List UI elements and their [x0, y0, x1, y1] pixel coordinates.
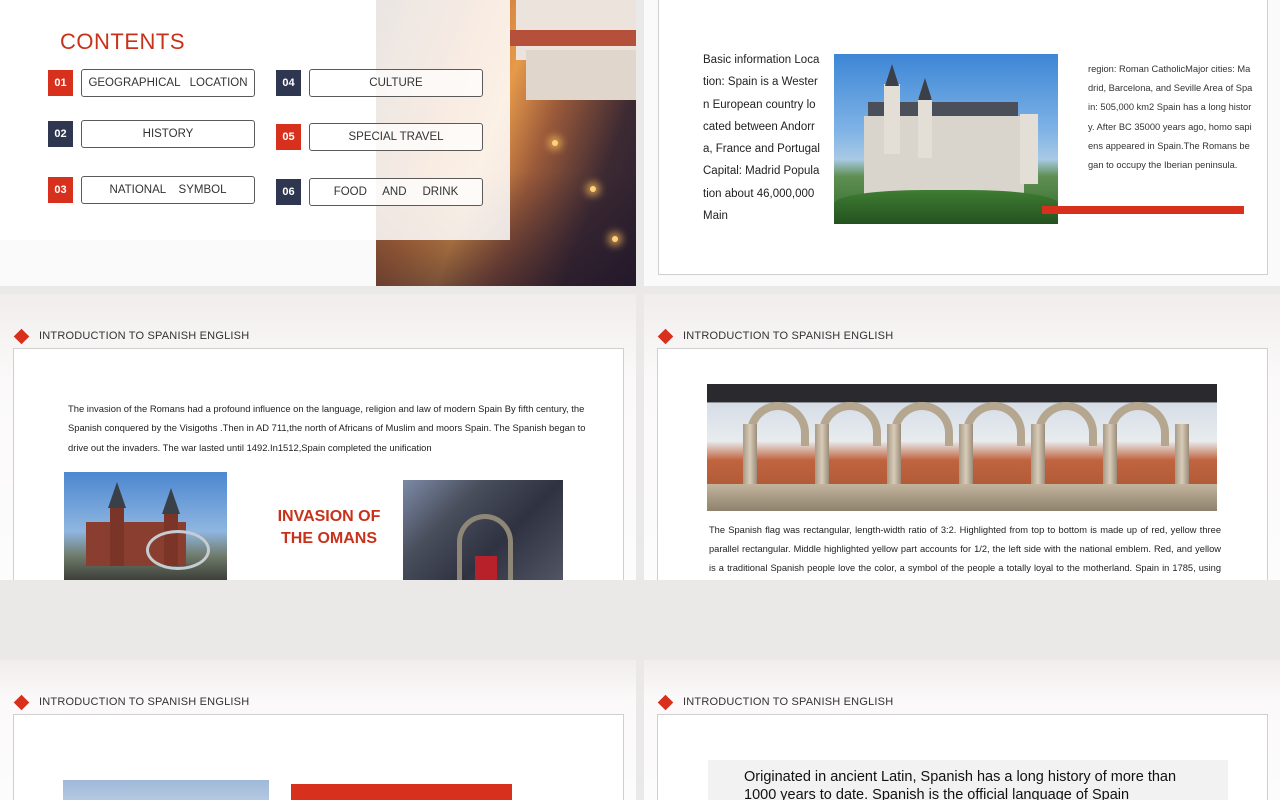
contents-item-national-symbol[interactable]: NATIONAL SYMBOL [81, 176, 255, 204]
contents-item-special-travel[interactable]: SPECIAL TRAVEL [309, 123, 483, 151]
slide-invasion-of-romans[interactable]: INTRODUCTION TO SPANISH ENGLISH The inva… [0, 294, 636, 580]
invasion-heading-line-1: INVASION OF [277, 508, 381, 525]
arcade-view-photo [707, 384, 1217, 511]
item-number-03: 03 [48, 177, 73, 203]
slide-header: INTRODUCTION TO SPANISH ENGLISH [657, 328, 894, 344]
diamond-icon [657, 694, 674, 710]
item-number-06: 06 [276, 179, 301, 205]
slide-header: INTRODUCTION TO SPANISH ENGLISH [13, 694, 250, 710]
diamond-icon [13, 328, 30, 344]
basic-info-left-text: Basic information Location: Spain is a W… [703, 54, 820, 223]
contents-item-geographical-location[interactable]: GEOGRAPHICAL LOCATION [81, 69, 255, 97]
header-label: INTRODUCTION TO SPANISH ENGLISH [683, 696, 894, 708]
slide-header: INTRODUCTION TO SPANISH ENGLISH [13, 328, 250, 344]
slide-introduction-5[interactable]: INTRODUCTION TO SPANISH ENGLISH [0, 660, 636, 800]
slide-introduction-6[interactable]: INTRODUCTION TO SPANISH ENGLISH Originat… [644, 660, 1280, 800]
item-number-05: 05 [276, 124, 301, 150]
item-number-02: 02 [48, 121, 73, 147]
slide-basic-information[interactable]: Basic information Location: Spain is a W… [644, 0, 1280, 286]
header-label: INTRODUCTION TO SPANISH ENGLISH [683, 330, 894, 342]
romans-paragraph: The invasion of the Romans had a profoun… [68, 403, 586, 453]
sky-photo [63, 780, 269, 800]
contents-item-culture[interactable]: CULTURE [309, 69, 483, 97]
cathedral-photo [64, 472, 227, 580]
diamond-icon [13, 694, 30, 710]
slide-contents[interactable]: CONTENTS 01 GEOGRAPHICAL LOCATION 02 HIS… [0, 0, 636, 286]
invasion-heading-line-2: THE OMANS [281, 530, 377, 547]
accent-bar [1042, 206, 1244, 214]
slide-header: INTRODUCTION TO SPANISH ENGLISH [657, 694, 894, 710]
item-number-01: 01 [48, 70, 73, 96]
church-portal-photo [403, 480, 563, 580]
contents-item-history[interactable]: HISTORY [81, 120, 255, 148]
header-label: INTRODUCTION TO SPANISH ENGLISH [39, 696, 250, 708]
invasion-heading: INVASION OF THE OMANS [254, 506, 404, 550]
castle-photo [834, 54, 1058, 224]
header-label: INTRODUCTION TO SPANISH ENGLISH [39, 330, 250, 342]
latin-origin-text: Originated in ancient Latin, Spanish has… [744, 769, 1177, 800]
content-panel: The Spanish flag was rectangular, length… [657, 348, 1268, 580]
content-panel: The invasion of the Romans had a profoun… [13, 348, 624, 580]
red-title-block [291, 784, 512, 800]
flag-paragraph: The Spanish flag was rectangular, length… [709, 525, 1221, 574]
basic-info-right-text: region: Roman CatholicMajor cities: Madr… [1088, 64, 1253, 171]
slide-spanish-flag[interactable]: INTRODUCTION TO SPANISH ENGLISH The Span… [644, 294, 1280, 580]
item-number-04: 04 [276, 70, 301, 96]
contents-item-food-and-drink[interactable]: FOOD AND DRINK [309, 178, 483, 206]
diamond-icon [657, 328, 674, 344]
contents-title: CONTENTS [60, 29, 185, 54]
